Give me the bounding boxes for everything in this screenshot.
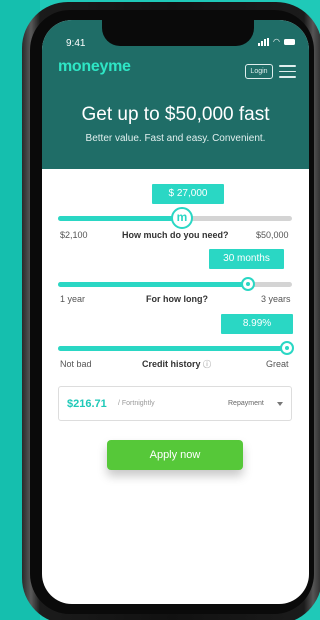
rate-value-tooltip: 8.99% — [221, 314, 293, 334]
page-title: Get up to $50,000 fast — [81, 104, 270, 125]
amount-min-label: $2,100 — [60, 230, 88, 240]
credit-label: Credit history — [142, 359, 201, 369]
term-label: For how long? — [146, 294, 208, 304]
term-value-tooltip: 30 months — [209, 249, 284, 269]
credit-slider-handle[interactable] — [280, 341, 295, 355]
info-icon[interactable]: ⓘ — [203, 360, 211, 369]
credit-max-label: Great — [266, 359, 289, 369]
term-slider-fill — [58, 282, 248, 287]
repayment-amount: $216.71 — [67, 398, 107, 410]
term-max-label: 3 years — [261, 294, 291, 304]
credit-label-group: Credit history ⓘ — [142, 359, 211, 370]
amount-label: How much do you need? — [122, 230, 229, 240]
term-slider[interactable] — [58, 277, 292, 291]
chevron-down-icon[interactable] — [277, 402, 283, 406]
phone-screen: 9:41 ◠ moneyme Login Get up to $50,000 f… — [42, 20, 309, 604]
repayment-period: / Fortnightly — [118, 400, 155, 407]
credit-min-label: Not bad — [60, 359, 92, 369]
logo: moneyme — [58, 58, 131, 75]
status-time: 9:41 — [66, 38, 86, 49]
hamburger-menu-icon[interactable] — [279, 65, 296, 78]
credit-slider-fill — [58, 346, 288, 351]
status-icons: ◠ — [258, 38, 295, 46]
repayment-summary: $216.71 / Fortnightly Repayment — [58, 386, 292, 421]
signal-icon — [258, 38, 270, 46]
credit-history-slider[interactable] — [58, 341, 295, 355]
wifi-icon: ◠ — [273, 37, 280, 46]
login-button[interactable]: Login — [245, 64, 273, 79]
repayment-select[interactable]: Repayment — [228, 400, 264, 407]
term-min-label: 1 year — [60, 294, 86, 304]
amount-slider-handle[interactable]: m — [171, 207, 194, 229]
amount-value-tooltip: $ 27,000 — [152, 184, 224, 204]
term-slider-handle[interactable] — [240, 277, 255, 291]
battery-icon — [284, 39, 295, 45]
amount-max-label: $50,000 — [256, 230, 289, 240]
amount-slider-fill — [58, 216, 183, 221]
page-subtitle: Better value. Fast and easy. Convenient. — [85, 133, 266, 144]
apply-now-button[interactable]: Apply now — [107, 440, 243, 470]
phone-notch — [102, 20, 254, 46]
amount-slider[interactable]: m — [58, 207, 292, 229]
